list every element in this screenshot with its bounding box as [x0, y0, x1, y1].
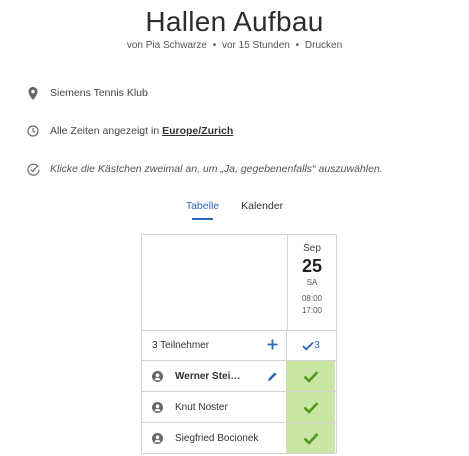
participant-row: Knut Noster: [142, 392, 336, 423]
option-start: 08:00: [301, 294, 323, 303]
participant-row: Werner Stei…: [142, 361, 336, 392]
poll-table: Sep 25 SA 08:00 17:00 3 Teilnehmer 3 Wer…: [141, 234, 337, 454]
participant-row: Siegfried Bocionek: [142, 423, 336, 454]
poll-subtitle: von Pia Schwarze • vor 15 Stunden • Druc…: [0, 40, 469, 51]
yes-count: 3: [314, 340, 320, 351]
participant-count: 3 Teilnehmer: [152, 340, 210, 351]
pencil-icon: [268, 371, 277, 381]
poll-title: Hallen Aufbau: [145, 6, 324, 37]
option-time: 08:00 17:00: [302, 293, 322, 317]
check-icon: [303, 401, 319, 414]
hint-text: Klicke die Kästchen zweimal an, um „Ja, …: [50, 163, 383, 175]
participant-cell: Siegfried Bocionek: [142, 423, 287, 453]
participant-count-cell: 3 Teilnehmer: [142, 331, 287, 360]
participant-name: Siegfried Bocionek: [175, 432, 259, 444]
separator: •: [295, 40, 300, 51]
participant-summary-row: 3 Teilnehmer 3: [142, 331, 336, 361]
user-icon: [152, 401, 163, 413]
option-end: 17:00: [301, 306, 323, 315]
vote-cell[interactable]: [287, 361, 335, 391]
check-icon: [303, 432, 319, 445]
separator: •: [212, 40, 217, 51]
location-text: Siemens Tennis Klub: [50, 87, 148, 99]
timezone-link[interactable]: Europe/Zurich: [162, 125, 233, 137]
participant-name: Knut Noster: [175, 401, 228, 413]
participant-cell: Werner Stei…: [142, 361, 287, 391]
time-ago: vor 15 Stunden: [221, 40, 290, 51]
add-participant-button[interactable]: [267, 338, 278, 354]
header-empty-cell: [142, 235, 288, 330]
user-icon: [152, 432, 163, 444]
poll-header-row: Sep 25 SA 08:00 17:00: [142, 235, 336, 331]
check-icon: [303, 370, 319, 383]
option-month: Sep: [303, 243, 321, 254]
option-day: 25: [301, 256, 323, 276]
plus-icon: [267, 339, 278, 349]
option-weekday: SA: [306, 278, 318, 287]
print-link[interactable]: Drucken: [305, 40, 342, 51]
participant-name: Werner Stei…: [175, 370, 241, 382]
check-icon: [302, 341, 314, 351]
view-tabs: Tabelle Kalender: [0, 200, 469, 220]
location-pin-icon: [26, 86, 40, 100]
location-row: Siemens Tennis Klub: [26, 84, 148, 102]
author-text: von Pia Schwarze: [126, 40, 207, 51]
check-circle-icon: [26, 162, 40, 176]
timezone-prefix: Alle Zeiten angezeigt in: [50, 125, 160, 137]
date-option: Sep 25 SA 08:00 17:00: [288, 235, 336, 330]
tab-table[interactable]: Tabelle: [186, 200, 219, 220]
participant-cell: Knut Noster: [142, 392, 287, 422]
hint-row: Klicke die Kästchen zweimal an, um „Ja, …: [26, 160, 383, 178]
yes-count-cell: 3: [287, 331, 335, 360]
edit-participant-button[interactable]: [267, 371, 278, 382]
user-icon: [152, 370, 163, 382]
vote-cell: [287, 423, 335, 453]
timezone-row: Alle Zeiten angezeigt in Europe/Zurich: [26, 122, 233, 140]
clock-icon: [26, 124, 40, 138]
tab-calendar[interactable]: Kalender: [241, 200, 283, 220]
vote-cell: [287, 392, 335, 422]
